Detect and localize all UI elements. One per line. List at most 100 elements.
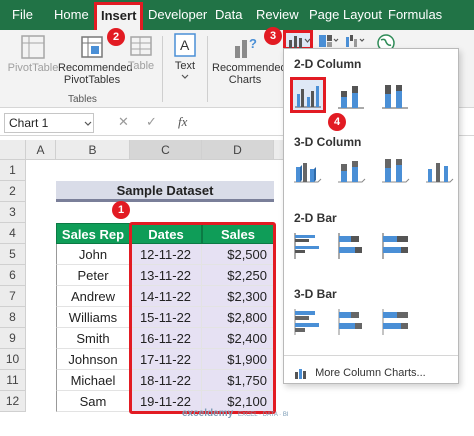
table-cell[interactable]: 18-11-22 (130, 370, 202, 391)
ribbon-separator (207, 36, 208, 102)
recommended-charts-label: Recommended Charts (212, 62, 287, 86)
table-cell[interactable]: $2,250 (202, 265, 274, 286)
header-cell[interactable]: Sales (202, 223, 274, 244)
3d-column-option[interactable] (424, 155, 460, 191)
row-header[interactable]: 5 (0, 244, 26, 265)
100-stacked-bar-option[interactable] (380, 231, 416, 267)
table-cell[interactable]: 12-11-22 (130, 244, 202, 265)
table-cell[interactable]: $2,300 (202, 286, 274, 307)
3d-100-stacked-column-option[interactable] (380, 155, 416, 191)
cancel-icon[interactable]: ✕ (118, 114, 129, 130)
svg-text:?: ? (249, 36, 257, 51)
insert-waterfall-chart-button[interactable] (345, 33, 367, 49)
table-cell[interactable]: 14-11-22 (130, 286, 202, 307)
tab-developer[interactable]: Developer (148, 0, 207, 30)
tab-data[interactable]: Data (215, 0, 242, 30)
watermark-name: exceldemy (182, 408, 234, 419)
row-header[interactable]: 12 (0, 391, 26, 412)
text-button[interactable]: A Text (168, 32, 202, 80)
3d-clustered-bar-option[interactable] (292, 307, 328, 343)
clustered-bar-option[interactable] (292, 231, 328, 267)
tab-file[interactable]: File (12, 0, 33, 30)
header-cell[interactable]: Dates (130, 223, 202, 244)
callout-3: 3 (264, 27, 282, 45)
table-cell[interactable]: Sam (56, 391, 130, 412)
row-header[interactable]: 1 (0, 160, 26, 181)
header-cell[interactable]: Sales Rep (56, 223, 130, 244)
callout-4: 4 (328, 113, 346, 131)
3d-column-icon (426, 163, 454, 183)
insert-function-icon[interactable]: fx (178, 114, 187, 130)
row-header[interactable]: 8 (0, 307, 26, 328)
pivottable-icon (21, 35, 45, 59)
row-header[interactable]: 3 (0, 202, 26, 223)
3d-clustered-bar-icon (294, 309, 319, 335)
100-stacked-bar-icon (382, 233, 408, 259)
select-all-corner[interactable] (0, 140, 26, 160)
dataset-title: Sample Dataset (56, 181, 274, 202)
row-header[interactable]: 9 (0, 328, 26, 349)
table-cell[interactable]: Peter (56, 265, 130, 286)
3d-100-stacked-bar-icon (382, 309, 408, 335)
3d-100-stacked-bar-option[interactable] (380, 307, 416, 343)
table-cell[interactable]: John (56, 244, 130, 265)
name-box[interactable]: Chart 1 (4, 113, 94, 133)
table-cell[interactable]: $1,750 (202, 370, 274, 391)
column-header-b[interactable]: B (56, 140, 130, 160)
table-cell[interactable]: Andrew (56, 286, 130, 307)
table-cell[interactable]: 17-11-22 (130, 349, 202, 370)
tab-home[interactable]: Home (54, 0, 89, 30)
table-cell[interactable]: 16-11-22 (130, 328, 202, 349)
table-cell[interactable]: 13-11-22 (130, 265, 202, 286)
section-2d-bar: 2-D Bar (294, 211, 337, 225)
insert-column-chart-button[interactable] (283, 30, 313, 50)
tab-insert[interactable]: Insert (94, 2, 144, 30)
tab-page-layout[interactable]: Page Layout (309, 0, 382, 30)
column-header-c[interactable]: C (130, 140, 202, 160)
100-stacked-column-option[interactable] (380, 81, 416, 117)
row-header[interactable]: 2 (0, 181, 26, 202)
clustered-column-option[interactable] (290, 77, 326, 113)
insert-hierarchy-chart-button[interactable] (318, 33, 340, 49)
tab-formulas[interactable]: Formulas (388, 0, 442, 30)
waterfall-chart-icon (346, 35, 365, 47)
recommended-pivottables-label: Recommended PivotTables (58, 62, 133, 86)
row-header[interactable]: 7 (0, 286, 26, 307)
table-cell[interactable]: $2,500 (202, 244, 274, 265)
ribbon-separator (162, 36, 163, 102)
tab-review[interactable]: Review (256, 0, 299, 30)
section-2d-column: 2-D Column (294, 57, 362, 71)
table-cell[interactable]: $2,800 (202, 307, 274, 328)
watermark-tagline: EXCEL · DATA · BI (237, 412, 289, 418)
stacked-column-icon (338, 86, 364, 109)
confirm-icon[interactable]: ✓ (146, 114, 157, 130)
table-button[interactable]: Table (126, 34, 156, 72)
name-box-dropdown-icon[interactable] (84, 121, 92, 127)
row-header[interactable]: 11 (0, 370, 26, 391)
recommended-charts-icon: ? (235, 36, 257, 58)
pivottable-button[interactable]: PivotTable (6, 34, 60, 74)
table-cell[interactable]: Johnson (56, 349, 130, 370)
more-column-charts-link[interactable]: More Column Charts... (294, 367, 426, 380)
table-cell[interactable]: Smith (56, 328, 130, 349)
table-cell[interactable]: Michael (56, 370, 130, 391)
row-header[interactable]: 10 (0, 349, 26, 370)
row-header[interactable]: 4 (0, 223, 26, 244)
stacked-bar-option[interactable] (336, 231, 372, 267)
row-header[interactable]: 6 (0, 265, 26, 286)
3d-stacked-column-option[interactable] (336, 155, 372, 191)
table-cell[interactable]: $1,900 (202, 349, 274, 370)
watermark: exceldemy EXCEL · DATA · BI (182, 408, 289, 419)
clustered-bar-icon (294, 233, 319, 259)
table-cell[interactable]: 15-11-22 (130, 307, 202, 328)
table-cell[interactable]: Williams (56, 307, 130, 328)
table-cell[interactable]: $2,400 (202, 328, 274, 349)
column-header-a[interactable]: A (26, 140, 56, 160)
chevron-down-icon (181, 74, 189, 79)
3d-stacked-bar-option[interactable] (336, 307, 372, 343)
stacked-column-option[interactable] (336, 81, 372, 117)
3d-clustered-column-option[interactable] (292, 155, 328, 191)
ribbon-tab-bar: File Home Insert Developer Data Review P… (0, 0, 474, 30)
column-header-d[interactable]: D (202, 140, 274, 160)
stacked-bar-icon (338, 233, 362, 259)
